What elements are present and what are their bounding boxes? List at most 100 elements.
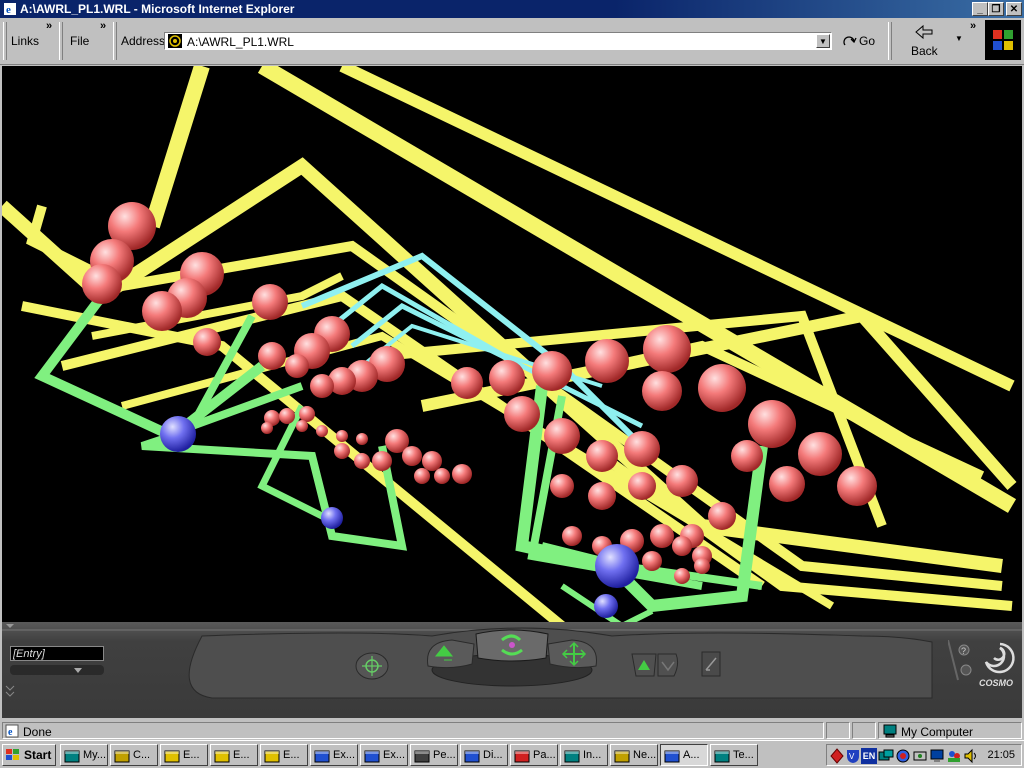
pink-sphere-node[interactable] [544,418,580,454]
taskbar-button[interactable]: Pe... [410,744,458,766]
taskbar-button[interactable]: Ex... [310,744,358,766]
title-bar[interactable]: e A:\AWRL_PL1.WRL - Microsoft Internet E… [0,0,1024,18]
pink-sphere-node[interactable] [296,420,308,432]
viewpoint-entry-field[interactable]: [Entry] [10,646,104,661]
pink-sphere-node[interactable] [451,367,483,399]
pink-sphere-node[interactable] [586,440,618,472]
pink-sphere-node[interactable] [674,568,690,584]
taskbar-button[interactable]: Ex... [360,744,408,766]
vrml-scene[interactable] [2,66,1022,622]
taskbar-button[interactable]: E... [160,744,208,766]
links-button[interactable]: Links [11,34,39,48]
close-button[interactable]: ✕ [1006,2,1022,16]
address-bar[interactable]: A:\AWRL_PL1.WRL ▼ [164,32,832,50]
address-dropdown-button[interactable]: ▼ [816,34,830,48]
walk-button[interactable] [422,636,476,670]
file-menu[interactable]: File [70,34,89,48]
pink-sphere-node[interactable] [588,482,616,510]
pink-sphere-node[interactable] [82,264,122,304]
back-button[interactable]: Back [911,44,938,58]
taskbar-button[interactable]: Ne... [610,744,658,766]
pink-sphere-node[interactable] [628,472,656,500]
tray-drive-icon[interactable] [912,748,928,764]
pink-sphere-node[interactable] [434,468,450,484]
tray-shield-icon[interactable] [829,748,845,764]
taskbar-button[interactable]: A... [660,744,708,766]
toolbar-grip[interactable] [59,22,63,60]
pink-sphere-node[interactable] [285,354,309,378]
menu-chevron-icon[interactable]: » [100,20,106,32]
start-button[interactable]: Start [2,744,56,766]
pink-sphere-node[interactable] [258,342,286,370]
blue-sphere-node[interactable] [594,594,618,618]
pink-sphere-node[interactable] [316,425,328,437]
pink-sphere-node[interactable] [489,360,525,396]
tray-network-icon[interactable] [878,748,894,764]
minimize-button[interactable]: _ [972,2,988,16]
toolbar-chevron-icon[interactable]: » [970,20,976,32]
seek-button[interactable] [354,650,390,682]
pan-button[interactable] [546,636,602,670]
pink-sphere-node[interactable] [504,396,540,432]
pink-sphere-node[interactable] [452,464,472,484]
pink-sphere-node[interactable] [402,446,422,466]
taskbar-button[interactable]: E... [260,744,308,766]
pink-sphere-node[interactable] [299,406,315,422]
pink-sphere-node[interactable] [422,451,442,471]
taskbar-button[interactable]: E... [210,744,258,766]
tray-antivirus-icon[interactable]: V [845,748,861,764]
taskbar-button[interactable]: Di... [460,744,508,766]
tray-users-icon[interactable] [946,748,962,764]
pink-sphere-node[interactable] [837,466,877,506]
toolbar-grip[interactable] [888,22,892,60]
pink-sphere-node[interactable] [666,465,698,497]
back-dropdown-icon[interactable]: ▼ [955,34,963,43]
go-button[interactable]: Go [859,34,875,48]
pink-sphere-node[interactable] [748,400,796,448]
tray-volume-icon[interactable] [963,748,979,764]
pink-sphere-node[interactable] [562,526,582,546]
pink-sphere-node[interactable] [310,374,334,398]
toolbar-grip[interactable] [3,22,7,60]
vrml-3d-viewport[interactable] [2,66,1022,622]
taskbar-button[interactable]: Pa... [510,744,558,766]
pink-sphere-node[interactable] [698,364,746,412]
links-chevron-icon[interactable]: » [46,20,52,32]
options-button[interactable] [700,650,722,678]
viewpoint-dropdown[interactable] [10,665,104,675]
back-arrow-icon[interactable] [914,24,934,40]
pink-sphere-node[interactable] [642,551,662,571]
pink-sphere-node[interactable] [354,453,370,469]
restore-button[interactable]: ❐ [988,2,1004,16]
pink-sphere-node[interactable] [643,325,691,373]
toolbar-grip[interactable] [113,22,117,60]
pink-sphere-node[interactable] [252,284,288,320]
taskbar-button[interactable]: Te... [710,744,758,766]
pink-sphere-node[interactable] [279,408,295,424]
pink-sphere-node[interactable] [708,502,736,530]
go-arrow-icon[interactable] [842,33,858,49]
straighten-buttons[interactable] [630,650,680,678]
pink-sphere-node[interactable] [731,440,763,472]
pink-sphere-node[interactable] [334,443,350,459]
pink-sphere-node[interactable] [798,432,842,476]
pink-sphere-node[interactable] [261,422,273,434]
tray-monitor-icon[interactable] [929,748,945,764]
tray-globe-icon[interactable] [895,748,911,764]
pink-sphere-node[interactable] [356,433,368,445]
taskbar-button[interactable]: My... [60,744,108,766]
pink-sphere-node[interactable] [650,524,674,548]
pink-sphere-node[interactable] [769,466,805,502]
taskbar-button[interactable]: C... [110,744,158,766]
blue-sphere-node[interactable] [160,416,196,452]
pink-sphere-node[interactable] [414,468,430,484]
address-input[interactable]: A:\AWRL_PL1.WRL [187,35,294,49]
pink-sphere-node[interactable] [142,291,182,331]
pink-sphere-node[interactable] [550,474,574,498]
pink-sphere-node[interactable] [372,451,392,471]
blue-sphere-node[interactable] [595,544,639,588]
pink-sphere-node[interactable] [642,371,682,411]
pink-sphere-node[interactable] [672,536,692,556]
pink-sphere-node[interactable] [193,328,221,356]
rotate-button[interactable] [474,628,550,662]
